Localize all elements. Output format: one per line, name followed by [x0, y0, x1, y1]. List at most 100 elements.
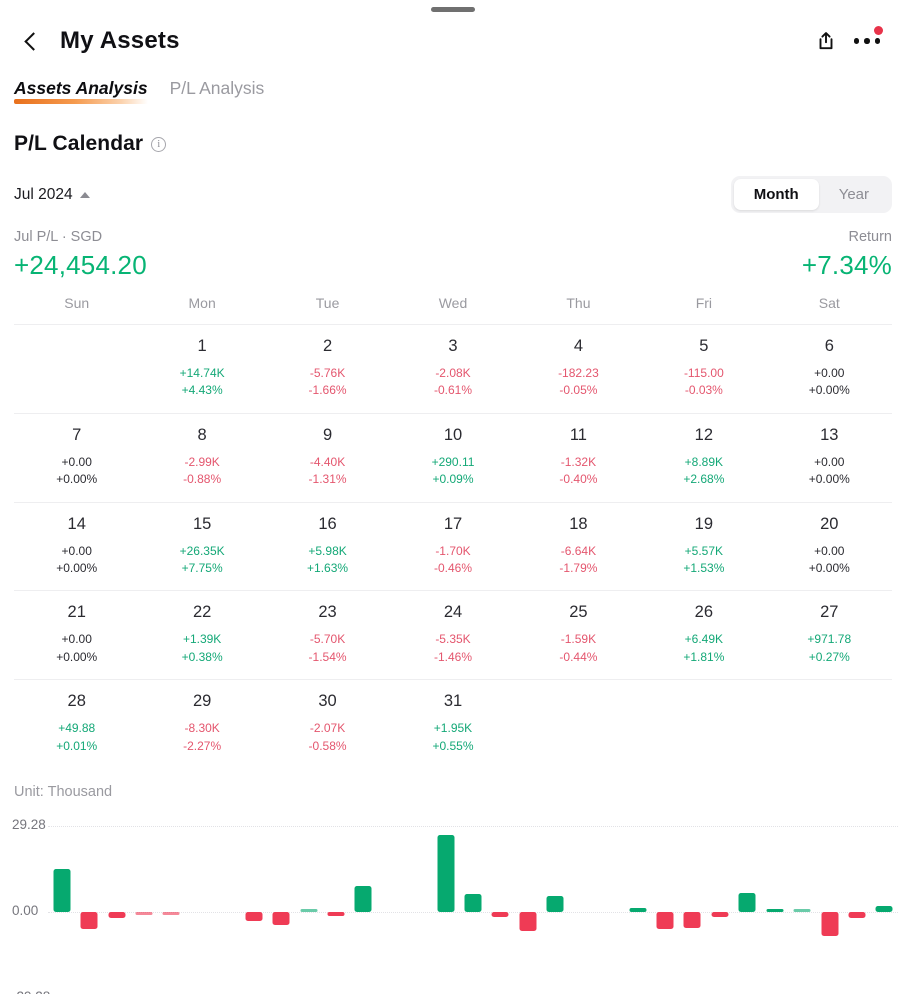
chart-bar-slot[interactable] — [75, 812, 102, 994]
calendar-day-number: 9 — [322, 425, 333, 444]
calendar-day-26[interactable]: 26 +6.49K +1.81% — [641, 591, 766, 679]
chart-bar-slot[interactable] — [350, 812, 377, 994]
calendar-day-10[interactable]: 10 +290.11 +0.09% — [390, 414, 515, 502]
calendar-day-11[interactable]: 11 -1.32K -0.40% — [516, 414, 641, 502]
calendar-day-19[interactable]: 19 +5.57K +1.53% — [641, 503, 766, 591]
month-label: Jul 2024 — [14, 185, 73, 203]
calendar-day-31[interactable]: 31 +1.95K +0.55% — [390, 680, 515, 768]
chart-bar-slot[interactable] — [816, 812, 843, 994]
calendar-day-17[interactable]: 17 -1.70K -0.46% — [390, 503, 515, 591]
more-options-button[interactable] — [846, 20, 888, 62]
chart-bar-slot[interactable] — [569, 812, 596, 994]
chart-bar-slot[interactable] — [213, 812, 240, 994]
chart-ytick-bottom: -29.28 — [12, 989, 50, 994]
back-button[interactable] — [12, 22, 50, 60]
calendar-weekday-sun: Sun — [64, 295, 90, 311]
chart-ytick-top: 29.28 — [12, 816, 46, 832]
chart-bar-slot[interactable] — [651, 812, 678, 994]
calendar-day-3[interactable]: 3 -2.08K -0.61% — [390, 325, 515, 413]
chart-bar-slot[interactable] — [158, 812, 185, 994]
chart-bar-slot[interactable] — [267, 812, 294, 994]
chart-bar-day-19 — [546, 895, 564, 912]
share-button[interactable] — [804, 20, 846, 62]
calendar-day-22[interactable]: 22 +1.39K +0.38% — [139, 591, 264, 679]
chart-bar-day-31 — [875, 906, 893, 912]
calendar-day-8[interactable]: 8 -2.99K -0.88% — [139, 414, 264, 502]
calendar-day-pl-value: +0.00 — [61, 454, 92, 469]
chart-bar-slot[interactable] — [624, 812, 651, 994]
calendar-day-pl-percent: +0.55% — [432, 738, 474, 753]
calendar-day-27[interactable]: 27 +971.78 +0.27% — [767, 591, 892, 679]
calendar-day-30[interactable]: 30 -2.07K -0.58% — [265, 680, 390, 768]
calendar-day-pl-value: -1.70K — [435, 543, 471, 558]
calendar-day-23[interactable]: 23 -5.70K -1.54% — [265, 591, 390, 679]
chart-bar-slot[interactable] — [871, 812, 898, 994]
chart-bar-slot[interactable] — [679, 812, 706, 994]
calendar-day-29[interactable]: 29 -8.30K -2.27% — [139, 680, 264, 768]
calendar-day-24[interactable]: 24 -5.35K -1.46% — [390, 591, 515, 679]
calendar-cell-empty — [641, 680, 766, 768]
chart-bar-slot[interactable] — [185, 812, 212, 994]
calendar-day-5[interactable]: 5 -115.00 -0.03% — [641, 325, 766, 413]
calendar-day-pl-percent: -1.31% — [308, 472, 347, 487]
chart-bar-slot[interactable] — [596, 812, 623, 994]
calendar-day-25[interactable]: 25 -1.59K -0.44% — [516, 591, 641, 679]
chart-bar-slot[interactable] — [295, 812, 322, 994]
calendar-day-1[interactable]: 1 +14.74K +4.43% — [139, 325, 264, 413]
chart-bar-slot[interactable] — [761, 812, 788, 994]
sheet-drag-handle-area[interactable] — [0, 0, 906, 18]
chart-bar-slot[interactable] — [843, 812, 870, 994]
calendar-day-21[interactable]: 21 +0.00 +0.00% — [14, 591, 139, 679]
calendar-day-18[interactable]: 18 -6.64K -1.79% — [516, 503, 641, 591]
info-icon[interactable]: i — [151, 136, 167, 152]
calendar-day-12[interactable]: 12 +8.89K +2.68% — [641, 414, 766, 502]
calendar-day-number: 7 — [72, 425, 82, 444]
calendar-day-2[interactable]: 2 -5.76K -1.66% — [265, 325, 390, 413]
chart-bar-day-29 — [821, 911, 839, 937]
calendar-day-number: 22 — [192, 603, 212, 622]
calendar-day-15[interactable]: 15 +26.35K +7.75% — [139, 503, 264, 591]
pl-label: Jul P/L · SGD — [14, 229, 103, 245]
chart-bar-slot[interactable] — [459, 812, 486, 994]
calendar-day-pl-value: +6.49K — [684, 632, 724, 647]
calendar-day-28[interactable]: 28 +49.88 +0.01% — [14, 680, 139, 768]
calendar-day-20[interactable]: 20 +0.00 +0.00% — [767, 503, 892, 591]
calendar-day-14[interactable]: 14 +0.00 +0.00% — [14, 503, 139, 591]
range-option-year[interactable]: Year — [819, 179, 889, 210]
chart-bar-slot[interactable] — [734, 812, 761, 994]
chart-bar-slot[interactable] — [48, 812, 75, 994]
chart-bar-slot[interactable] — [514, 812, 541, 994]
pl-value: +24,454.20 — [14, 250, 147, 280]
chart-bar-slot[interactable] — [432, 812, 459, 994]
chart-bar-slot[interactable] — [130, 812, 157, 994]
tab-assets-analysis[interactable]: Assets Analysis — [14, 78, 148, 106]
calendar-day-7[interactable]: 7 +0.00 +0.00% — [14, 414, 139, 502]
chart-bar-slot[interactable] — [103, 812, 130, 994]
notification-badge-dot — [874, 26, 883, 35]
drag-handle[interactable] — [431, 6, 475, 12]
calendar-day-6[interactable]: 6 +0.00 +0.00% — [767, 325, 892, 413]
calendar-day-13[interactable]: 13 +0.00 +0.00% — [767, 414, 892, 502]
chart-bar-slot[interactable] — [322, 812, 349, 994]
tab-pl-analysis[interactable]: P/L Analysis — [170, 78, 265, 106]
chart-bar-slot[interactable] — [788, 812, 815, 994]
calendar-day-16[interactable]: 16 +5.98K +1.63% — [265, 503, 390, 591]
calendar-day-9[interactable]: 9 -4.40K -1.31% — [265, 414, 390, 502]
month-selector[interactable]: Jul 2024 — [14, 186, 90, 204]
chart-bar-day-27 — [766, 908, 784, 912]
calendar-weekday-fri: Fri — [695, 295, 713, 311]
calendar-day-number: 30 — [318, 692, 337, 711]
chart-bar-slot[interactable] — [377, 812, 404, 994]
calendar-day-pl-percent: -0.88% — [183, 472, 222, 487]
calendar-day-pl-value: -4.40K — [309, 454, 346, 469]
app-header: My Assets — [0, 18, 906, 64]
chart-bar-slot[interactable] — [706, 812, 733, 994]
calendar-day-number: 20 — [820, 514, 839, 533]
chart-bar-slot[interactable] — [542, 812, 569, 994]
chart-bar-slot[interactable] — [487, 812, 514, 994]
calendar-day-4[interactable]: 4 -182.23 -0.05% — [516, 325, 641, 413]
calendar-day-pl-percent: -1.66% — [308, 383, 347, 398]
chart-bar-slot[interactable] — [240, 812, 267, 994]
chart-bar-slot[interactable] — [404, 812, 431, 994]
range-option-month[interactable]: Month — [733, 179, 819, 210]
